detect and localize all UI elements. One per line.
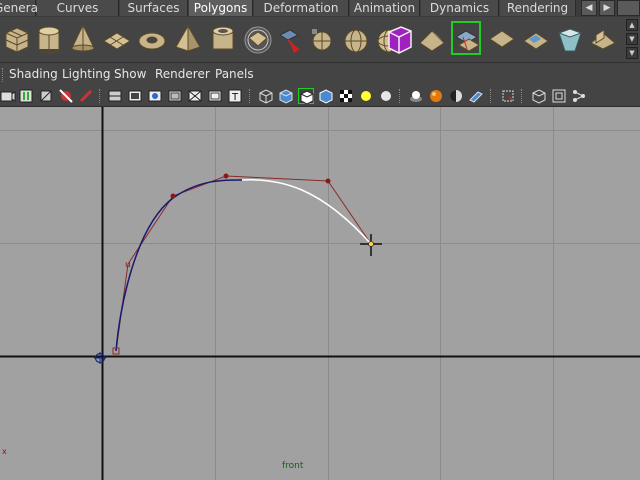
textured-icon[interactable]: [318, 88, 334, 104]
smooth-shade-icon[interactable]: [278, 88, 294, 104]
shelf-tab-bar: General Curves Surfaces Polygons Deforma…: [0, 0, 640, 18]
isolate-select-icon[interactable]: [468, 88, 484, 104]
menu-lighting[interactable]: Lighting: [62, 67, 111, 81]
tab-deformation[interactable]: Deformation: [254, 0, 349, 16]
curve-pending-segment: [241, 179, 372, 245]
poly-pipe-icon[interactable]: [208, 21, 238, 55]
cv-u-label: u: [125, 260, 131, 270]
xray-components-icon[interactable]: [448, 88, 464, 104]
bookmark-icon[interactable]: [38, 88, 54, 104]
shelf-menu-button[interactable]: [617, 0, 640, 16]
cv-point[interactable]: [223, 173, 229, 179]
toolbar-separator: [99, 89, 102, 103]
gate-mask-icon[interactable]: [147, 88, 163, 104]
shelf-scroll-buttons: ▲ ▼ ▼: [626, 19, 638, 59]
poly-append-icon[interactable]: [588, 21, 618, 55]
poly-torus-icon[interactable]: [137, 21, 167, 55]
tab-rendering[interactable]: Rendering: [500, 0, 576, 16]
tab-surfaces[interactable]: Surfaces: [120, 0, 188, 16]
poly-selection-icon[interactable]: [487, 21, 517, 55]
node-editor-icon[interactable]: [571, 88, 587, 104]
polygons-shelf: ▲ ▼ ▼: [0, 17, 640, 63]
front-viewport[interactable]: u front x: [0, 107, 640, 480]
shelf-scroll-up-button[interactable]: ▲: [626, 19, 638, 31]
tab-dynamics[interactable]: Dynamics: [421, 0, 499, 16]
xray-icon[interactable]: [408, 88, 424, 104]
wireframe-icon[interactable]: [258, 88, 274, 104]
svg-text:T: T: [231, 92, 239, 103]
poly-pyramid-icon[interactable]: [173, 21, 203, 55]
poly-split-icon[interactable]: [521, 21, 551, 55]
wireframe-on-shaded-icon[interactable]: [298, 88, 314, 105]
poly-helix-icon[interactable]: [276, 21, 306, 55]
toggle-panel-icon[interactable]: [551, 88, 567, 104]
grid-lines: [0, 107, 640, 480]
tab-polygons[interactable]: Polygons: [189, 0, 253, 16]
poly-sphere-icon[interactable]: [341, 21, 371, 55]
resolution-gate-icon[interactable]: [127, 88, 143, 104]
safe-title-icon[interactable]: [207, 88, 223, 104]
frame-all-icon[interactable]: [531, 88, 547, 104]
grid-icon[interactable]: [78, 88, 94, 104]
shelf-scroll-down-button[interactable]: ▼: [626, 33, 638, 45]
poly-plane-icon[interactable]: [102, 21, 132, 55]
tab-curves[interactable]: Curves: [37, 0, 119, 16]
xray-joints-icon[interactable]: [428, 88, 444, 104]
tab-scroll-left-button[interactable]: ◀: [581, 0, 597, 16]
image-plane-icon[interactable]: [58, 88, 74, 104]
tab-general[interactable]: General: [0, 0, 41, 16]
viewport-canvas: u: [0, 107, 640, 480]
camera-name-label: front: [282, 461, 304, 471]
toolbar-separator: [399, 89, 402, 103]
poly-merge-icon[interactable]: [555, 21, 585, 55]
menu-show[interactable]: Show: [114, 67, 146, 81]
cv-point[interactable]: [325, 178, 331, 184]
field-chart-icon[interactable]: [167, 88, 183, 104]
poly-extrude-icon[interactable]: [310, 21, 340, 55]
poly-cylinder-icon[interactable]: [34, 21, 64, 55]
tab-scroll-right-button[interactable]: ▶: [599, 0, 615, 16]
curve-built-segment: [115, 179, 243, 352]
safe-title-text-icon[interactable]: T: [227, 88, 243, 104]
checker-icon[interactable]: [338, 88, 354, 104]
toolbar-separator: [521, 89, 524, 103]
camera-select-icon[interactable]: [0, 88, 16, 104]
toolbar-separator: [249, 89, 252, 103]
menu-renderer[interactable]: Renderer: [155, 67, 210, 81]
safe-action-icon[interactable]: [187, 88, 203, 104]
panel-menu-bar: Shading Lighting Show Renderer Panels: [0, 63, 640, 85]
film-gate-icon[interactable]: [107, 88, 123, 104]
menu-grip: [2, 68, 6, 82]
poly-bevel-icon[interactable]: [451, 21, 481, 55]
origin-marker: [94, 352, 106, 364]
poly-wedge-icon[interactable]: [417, 21, 447, 55]
tab-animation[interactable]: Animation: [350, 0, 420, 16]
use-default-light-icon[interactable]: [358, 88, 374, 104]
poly-cone-icon[interactable]: [68, 21, 98, 55]
toolbar-separator: [490, 89, 493, 103]
frame-selected-icon[interactable]: [500, 88, 516, 104]
poly-purple-cube-icon[interactable]: [384, 21, 414, 55]
panel-toolbar: T: [0, 86, 640, 107]
cv-point[interactable]: [170, 193, 176, 199]
shelf-menu-arrow-button[interactable]: ▼: [626, 47, 638, 59]
move-cursor-icon: [360, 234, 382, 256]
cv-hull: [115, 175, 372, 352]
menu-shading[interactable]: Shading: [9, 67, 58, 81]
view-axis-indicator: x: [2, 447, 7, 456]
poly-cube-icon[interactable]: [2, 21, 32, 55]
poly-soccer-ball-icon[interactable]: [243, 21, 273, 55]
menu-panels[interactable]: Panels: [215, 67, 254, 81]
shadows-icon[interactable]: [378, 88, 394, 104]
camera-attributes-icon[interactable]: [18, 88, 34, 104]
